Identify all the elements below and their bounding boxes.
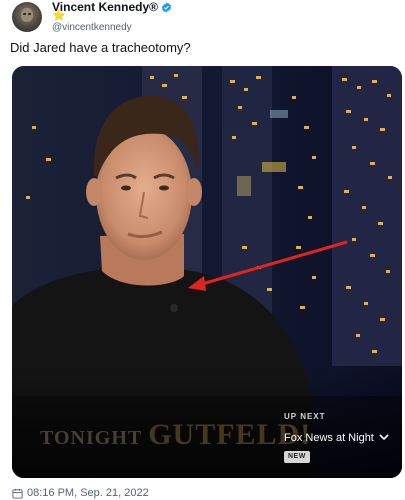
tweet-text: Did Jared have a tracheotomy? [10,40,191,55]
chevron-down-icon[interactable] [378,431,390,443]
user-handle[interactable]: @vincentkennedy [52,22,132,33]
timestamp-row: 08:16 PM, Sep. 21, 2022 [12,486,149,500]
calendar-icon [12,488,23,499]
up-next-label: UP NEXT [284,412,326,421]
avatar-face [21,8,33,22]
person-ear [86,178,102,206]
video-player[interactable]: TONIGHT GUTFELD! UP NEXT Fox News at Nigh… [12,66,402,478]
tweet-header: Vincent Kennedy® ⭐ @vincentkennedy [10,0,405,38]
person-eye [121,185,131,191]
lapel-microphone [170,304,178,312]
avatar-eye [28,13,31,15]
up-next-title[interactable]: Fox News at Night [284,432,374,444]
video-frame [12,66,402,478]
tweet-timestamp[interactable]: 08:16 PM, Sep. 21, 2022 [27,487,149,499]
avatar[interactable] [12,2,42,32]
person-eye [159,185,169,191]
verified-badge-icon [161,1,172,13]
name-row: Vincent Kennedy® [52,0,172,14]
person-ear [186,178,202,206]
avatar-eye [23,13,26,15]
show-logo: TONIGHT GUTFELD! [40,418,312,451]
status-star-icon: ⭐ [52,10,66,22]
new-badge: NEW [284,451,310,463]
display-name[interactable]: Vincent Kennedy® [52,0,158,14]
